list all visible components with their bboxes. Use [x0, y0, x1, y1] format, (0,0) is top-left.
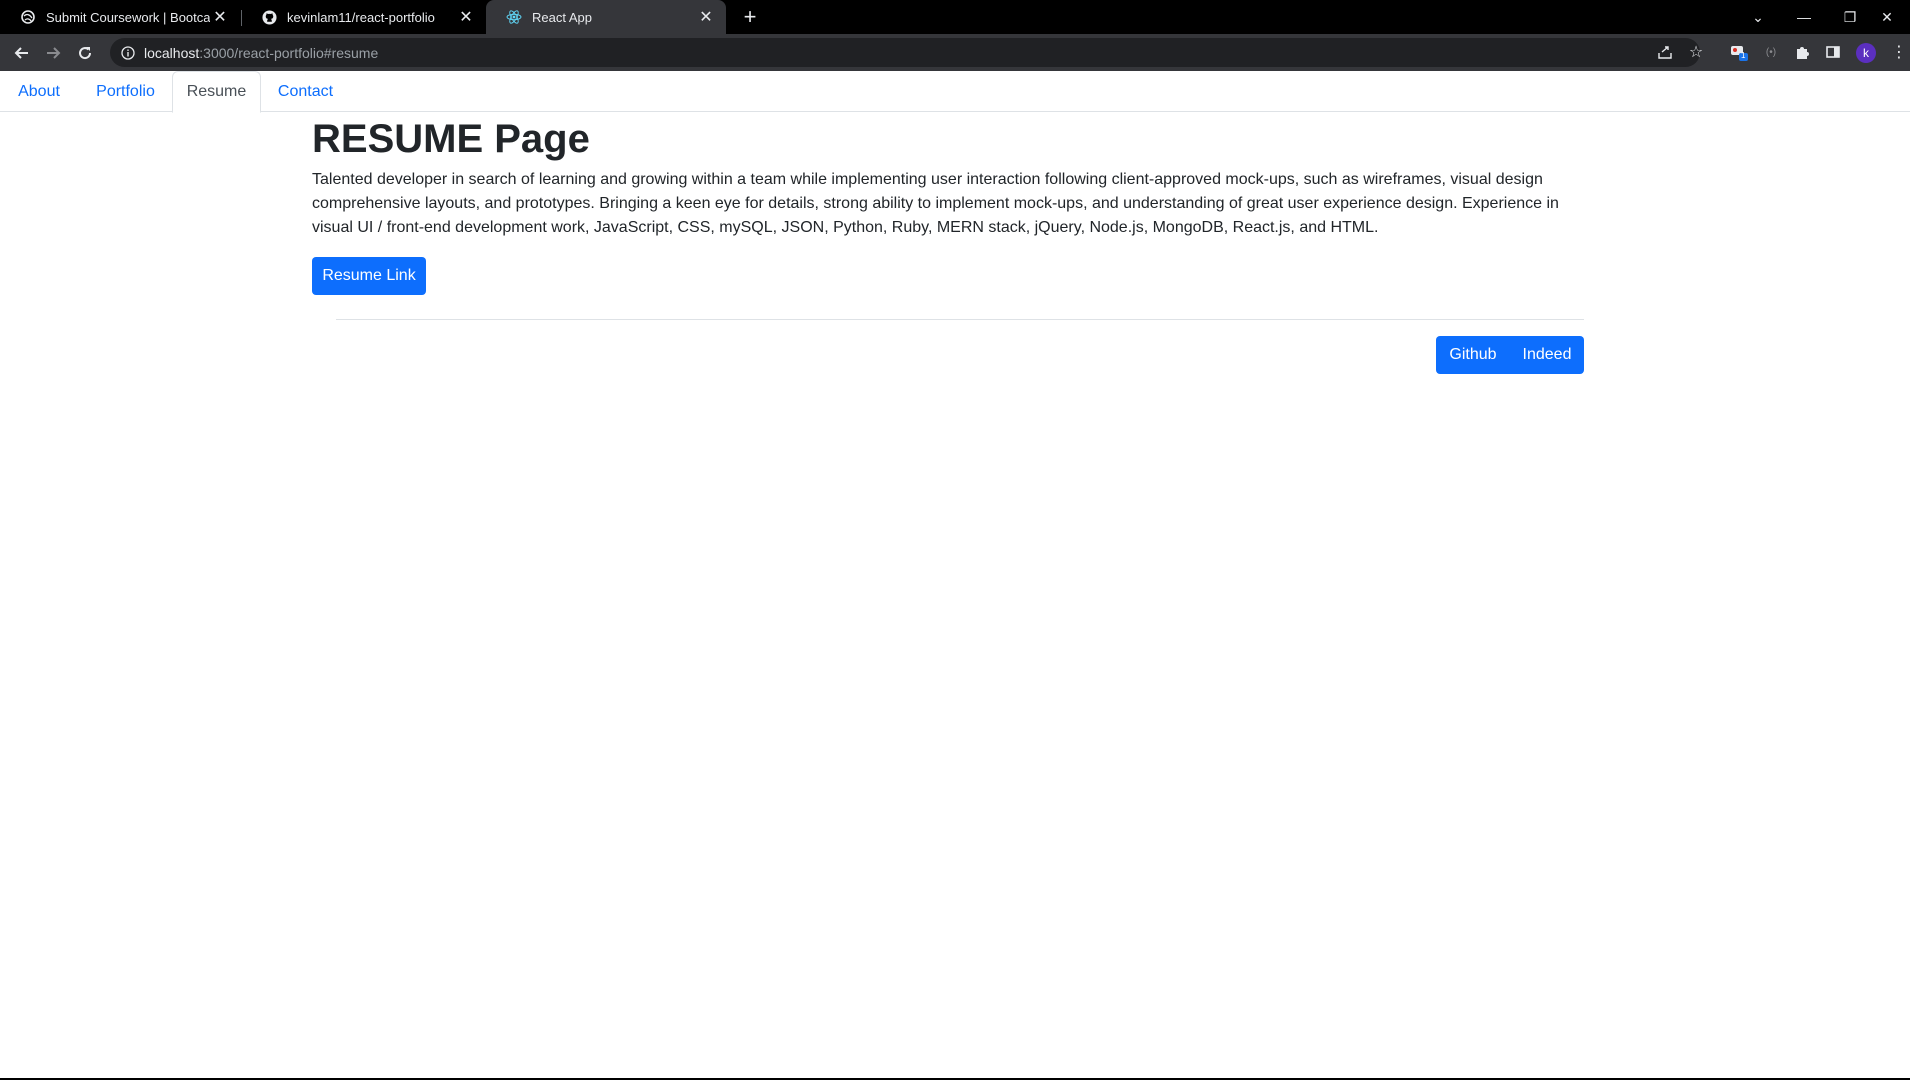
back-arrow-icon[interactable]: [9, 40, 35, 66]
close-window-icon[interactable]: ✕: [1864, 0, 1910, 34]
nav-tabs: About Portfolio Resume Contact: [0, 71, 1910, 113]
nav-tab-contact[interactable]: Contact: [261, 71, 350, 112]
side-panel-icon[interactable]: [1823, 42, 1843, 62]
page-title: RESUME Page: [312, 117, 590, 161]
minimize-icon[interactable]: —: [1781, 0, 1827, 34]
profile-avatar[interactable]: k: [1856, 43, 1876, 63]
tab-title: kevinlam11/react-portfolio: [287, 9, 435, 25]
browser-tab-github[interactable]: kevinlam11/react-portfolio ✕: [241, 0, 486, 34]
tab-search-chevron-icon[interactable]: ⌄: [1735, 0, 1781, 34]
tab-title: Submit Coursework | Bootcamp S: [46, 9, 210, 25]
reload-icon[interactable]: [72, 40, 98, 66]
forward-arrow-icon[interactable]: [40, 40, 66, 66]
url-host: localhost: [144, 44, 200, 61]
kebab-menu-icon[interactable]: ⋮: [1889, 42, 1909, 62]
bootcamp-favicon-icon: [20, 9, 36, 25]
page-viewport: About Portfolio Resume Contact RESUME Pa…: [0, 71, 1910, 1078]
extension-badge-count: 1: [1741, 51, 1746, 60]
tab-title: React App: [532, 9, 592, 25]
close-icon[interactable]: ✕: [696, 7, 716, 27]
close-icon[interactable]: ✕: [456, 7, 476, 27]
media-extension-icon[interactable]: (•): [1761, 42, 1781, 62]
bookmark-star-icon[interactable]: ☆: [1686, 42, 1706, 62]
indeed-button[interactable]: Indeed: [1510, 336, 1584, 374]
new-tab-plus-icon[interactable]: +: [738, 4, 762, 29]
resume-link-button[interactable]: Resume Link: [312, 257, 426, 295]
resume-summary: Talented developer in search of learning…: [312, 171, 1559, 236]
browser-tab-react-app[interactable]: React App ✕: [486, 0, 726, 34]
close-icon[interactable]: ✕: [210, 7, 230, 27]
share-icon[interactable]: [1655, 42, 1675, 62]
url-path: :3000/react-portfolio#resume: [199, 44, 379, 61]
browser-toolbar: localhost:3000/react-portfolio#resume ☆ …: [0, 34, 1910, 71]
github-button[interactable]: Github: [1436, 336, 1510, 374]
extensions-puzzle-icon[interactable]: [1792, 42, 1812, 62]
react-favicon-icon: [506, 9, 522, 25]
site-info-icon[interactable]: [120, 45, 136, 61]
nav-tab-resume[interactable]: Resume: [172, 71, 261, 113]
footer-link-group: Github Indeed: [1436, 336, 1584, 374]
nav-tab-portfolio[interactable]: Portfolio: [78, 71, 173, 112]
extension-badge-icon[interactable]: 1: [1729, 42, 1749, 62]
browser-tab-bootcamp[interactable]: Submit Coursework | Bootcamp S ✕: [0, 0, 240, 34]
address-bar[interactable]: localhost:3000/react-portfolio#resume ☆: [110, 38, 1703, 67]
footer-divider: [336, 319, 1584, 320]
browser-tab-strip: Submit Coursework | Bootcamp S ✕ kevinla…: [0, 0, 1910, 34]
nav-tab-about[interactable]: About: [0, 71, 78, 112]
github-favicon-icon: [261, 9, 277, 25]
url-text: localhost:3000/react-portfolio#resume: [144, 45, 378, 61]
